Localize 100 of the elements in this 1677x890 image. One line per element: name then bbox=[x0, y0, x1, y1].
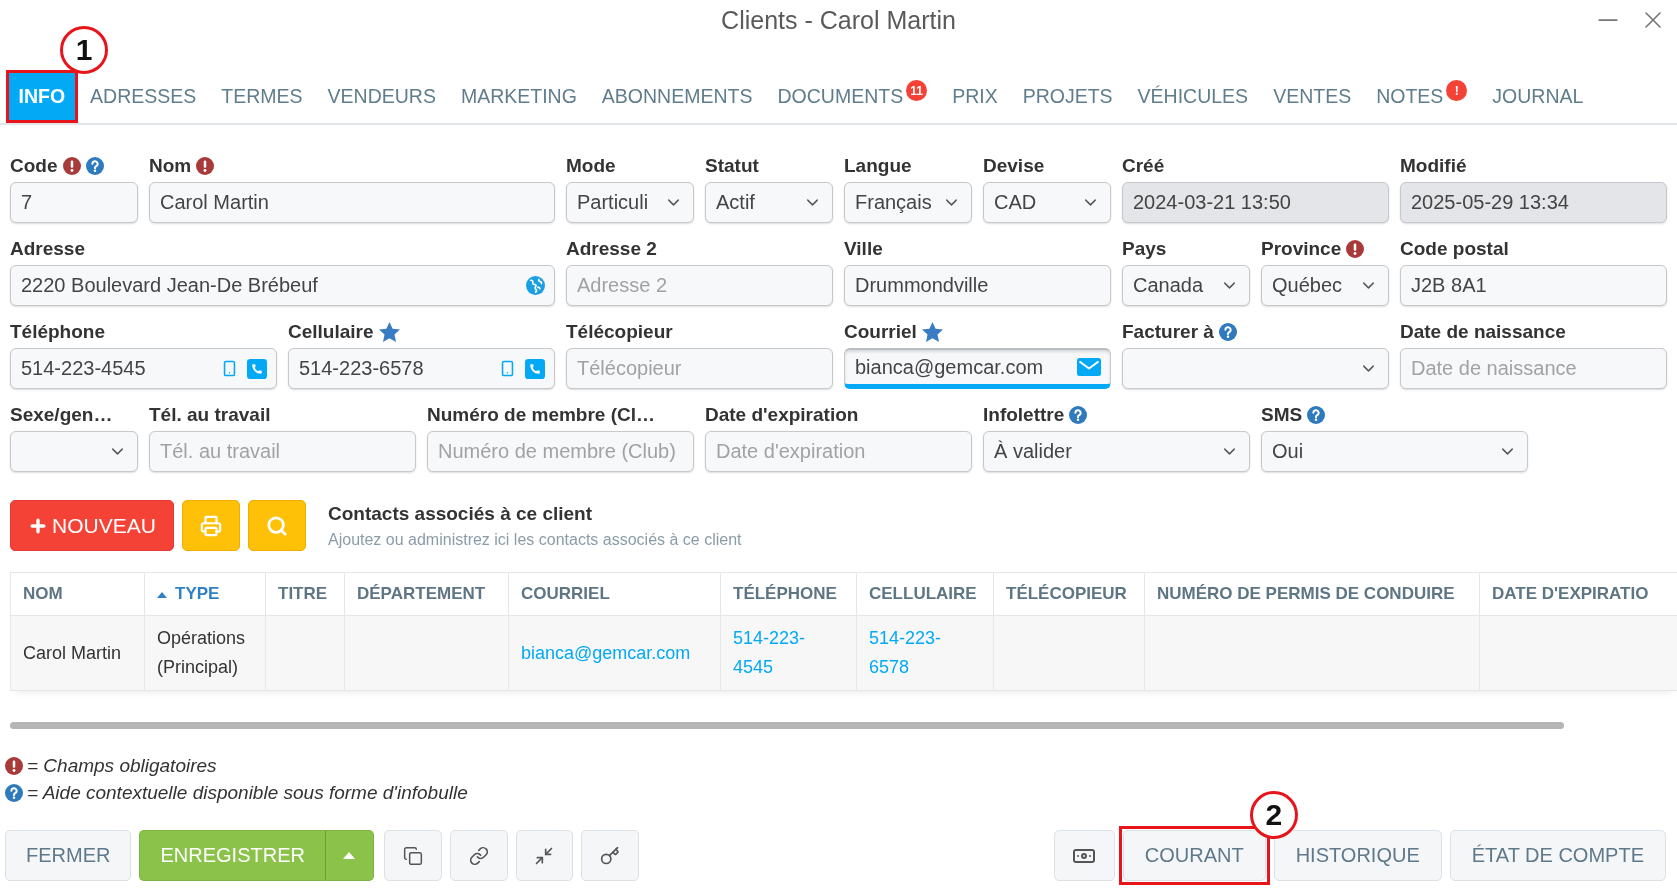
key-icon bbox=[599, 845, 620, 866]
text-field[interactable]: 7 bbox=[10, 182, 138, 223]
caret-up-icon bbox=[343, 852, 356, 859]
column-header[interactable]: TÉLÉCOPIEUR bbox=[993, 572, 1145, 616]
tab[interactable]: JOURNAL bbox=[1479, 70, 1596, 123]
compress-button[interactable] bbox=[515, 830, 573, 881]
printer-icon bbox=[200, 514, 222, 537]
field-label: Pays bbox=[1122, 237, 1167, 260]
sort-ascending-icon bbox=[157, 591, 167, 598]
column-header[interactable]: DATE D'EXPIRATIO bbox=[1479, 572, 1677, 616]
select-field[interactable]: Québec bbox=[1261, 265, 1389, 306]
text-field[interactable]: 514-223-4545 bbox=[10, 348, 277, 389]
tab[interactable]: PROJETS bbox=[1010, 70, 1126, 123]
text-field[interactable]: Date d'expiration bbox=[705, 431, 972, 472]
field-label: Sexe/gen… bbox=[10, 403, 113, 426]
field-label: Créé bbox=[1122, 154, 1165, 177]
select-field[interactable]: Français bbox=[844, 182, 972, 223]
field-label: Nom bbox=[149, 154, 192, 177]
legend-text: = Aide contextuelle disponible sous forme d'infobulle bbox=[27, 781, 468, 804]
print-button[interactable] bbox=[182, 500, 240, 551]
field-label: Cellulaire bbox=[288, 320, 374, 343]
tab[interactable]: PRIX bbox=[939, 70, 1011, 123]
column-header[interactable]: DÉPARTEMENT bbox=[344, 572, 509, 616]
text-field[interactable]: Tél. au travail bbox=[149, 431, 416, 472]
mobile-phone-icon[interactable] bbox=[221, 360, 238, 377]
callout-number: 1 bbox=[60, 26, 108, 74]
select-field[interactable]: Canada bbox=[1122, 265, 1250, 306]
field-label: Date de naissance bbox=[1400, 320, 1566, 343]
save-options-button[interactable] bbox=[324, 830, 374, 881]
phone-icon[interactable] bbox=[525, 358, 545, 379]
field-label: Statut bbox=[705, 154, 759, 177]
select-field[interactable] bbox=[1122, 348, 1389, 389]
read-only-field[interactable]: 2025-05-29 13:34 bbox=[1400, 182, 1667, 223]
column-header[interactable]: TYPE bbox=[144, 572, 266, 616]
search-button[interactable] bbox=[248, 500, 306, 551]
required-icon bbox=[5, 756, 23, 775]
table-cell: Carol Martin bbox=[10, 615, 145, 691]
field-label: Mode bbox=[566, 154, 616, 177]
close-button[interactable]: FERMER bbox=[5, 830, 132, 881]
text-field[interactable]: Télécopieur bbox=[566, 348, 833, 389]
read-only-field[interactable]: 2024-03-21 13:50 bbox=[1122, 182, 1389, 223]
account-button[interactable]: HISTORIQUE bbox=[1273, 830, 1442, 881]
tab[interactable]: MARKETING bbox=[448, 70, 590, 123]
legend-text: = Champs obligatoires bbox=[27, 754, 217, 777]
field-label: Province bbox=[1261, 237, 1342, 260]
field-label: Télécopieur bbox=[566, 320, 673, 343]
globe-icon[interactable] bbox=[526, 276, 545, 295]
tab[interactable]: DOCUMENTS 11 bbox=[764, 70, 940, 123]
field-label: SMS bbox=[1261, 403, 1303, 426]
select-field[interactable] bbox=[10, 431, 138, 472]
banknote-button[interactable] bbox=[1053, 830, 1115, 881]
tab[interactable]: ABONNEMENTS bbox=[589, 70, 765, 123]
text-field[interactable]: Carol Martin bbox=[149, 182, 555, 223]
text-field[interactable]: Drummondville bbox=[844, 265, 1111, 306]
field-label: Date d'expiration bbox=[705, 403, 859, 426]
new-button[interactable]: NOUVEAU bbox=[10, 500, 174, 551]
select-field[interactable]: CAD bbox=[983, 182, 1111, 223]
text-field[interactable]: J2B 8A1 bbox=[1400, 265, 1667, 306]
column-header[interactable]: NUMÉRO DE PERMIS DE CONDUIRE bbox=[1144, 572, 1480, 616]
account-button[interactable]: COURANT bbox=[1122, 830, 1266, 881]
select-field[interactable]: À valider bbox=[983, 431, 1250, 472]
scrollbar-thumb[interactable] bbox=[10, 722, 1564, 729]
notification-badge: ! bbox=[1446, 80, 1468, 101]
key-button[interactable] bbox=[580, 830, 639, 881]
select-field[interactable]: Actif bbox=[705, 182, 833, 223]
text-field[interactable]: 514-223-6578 bbox=[288, 348, 555, 389]
tab[interactable]: VENTES bbox=[1260, 70, 1364, 123]
section-title: Contacts associés à ce client bbox=[328, 502, 593, 525]
select-field[interactable]: Oui bbox=[1261, 431, 1528, 472]
column-header[interactable]: TITRE bbox=[265, 572, 345, 616]
mobile-phone-icon[interactable] bbox=[499, 360, 516, 377]
select-field[interactable]: Particuli bbox=[566, 182, 694, 223]
phone-icon[interactable] bbox=[247, 358, 267, 379]
column-header[interactable]: COURRIEL bbox=[508, 572, 721, 616]
field-label: Adresse bbox=[10, 237, 85, 260]
text-field[interactable]: Numéro de membre (Club) bbox=[427, 431, 694, 472]
field-label: Code postal bbox=[1400, 237, 1509, 260]
text-field[interactable]: 2220 Boulevard Jean-De Brébeuf bbox=[10, 265, 555, 306]
tab[interactable]: VENDEURS bbox=[315, 70, 449, 123]
copy-button[interactable] bbox=[383, 830, 442, 881]
column-header[interactable]: CELLULAIRE bbox=[856, 572, 994, 616]
tab[interactable]: VÉHICULES bbox=[1125, 70, 1261, 123]
search-icon bbox=[266, 514, 288, 537]
tab[interactable]: NOTES ! bbox=[1363, 70, 1480, 123]
column-header[interactable]: TÉLÉPHONE bbox=[720, 572, 857, 616]
tab[interactable]: TERMES bbox=[208, 70, 316, 123]
callout-number: 2 bbox=[1249, 791, 1298, 839]
text-field[interactable]: Adresse 2 bbox=[566, 265, 833, 306]
table-cell: Opérations (Principal) bbox=[144, 615, 266, 691]
field-label: Courriel bbox=[844, 320, 917, 343]
field-label: Modifié bbox=[1400, 154, 1467, 177]
field-label: Facturer à bbox=[1122, 320, 1214, 343]
link-button[interactable] bbox=[449, 830, 508, 881]
text-field[interactable]: Date de naissance bbox=[1400, 348, 1667, 389]
column-header[interactable]: NOM bbox=[10, 572, 145, 616]
account-button[interactable]: ÉTAT DE COMPTE bbox=[1449, 830, 1666, 881]
field-label: Devise bbox=[983, 154, 1045, 177]
compress-arrows-icon bbox=[534, 845, 555, 866]
field-label: Langue bbox=[844, 154, 912, 177]
text-field[interactable]: bianca@gemcar.com bbox=[844, 348, 1111, 389]
